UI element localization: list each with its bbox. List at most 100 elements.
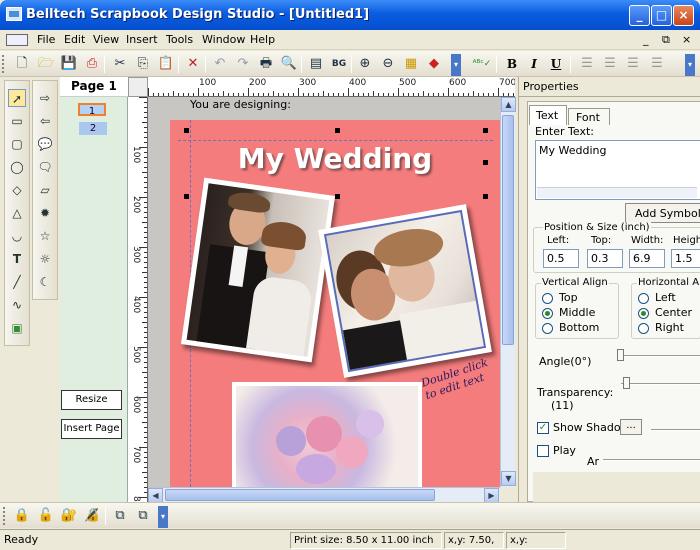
width-input[interactable]: 6.9: [629, 249, 665, 268]
tag-icon[interactable]: ◆: [424, 54, 444, 74]
arrow-right-shape-icon[interactable]: ⇨: [36, 89, 54, 107]
toolbar-overflow-icon[interactable]: ▾: [158, 506, 168, 528]
tab-font[interactable]: Font: [568, 108, 610, 125]
triangle-tool-icon[interactable]: △: [8, 204, 26, 222]
open-icon[interactable]: 🗁: [36, 54, 56, 74]
vertical-scroll-thumb[interactable]: [502, 115, 514, 345]
menu-view[interactable]: View: [93, 33, 119, 46]
selection-handle[interactable]: [483, 128, 488, 133]
scroll-down-icon[interactable]: ▼: [501, 471, 516, 486]
unlock-icon[interactable]: 🔓: [36, 506, 56, 526]
valign-top-radio[interactable]: [542, 293, 553, 304]
parallelogram-shape-icon[interactable]: ▱: [36, 181, 54, 199]
vertical-ruler[interactable]: 100 200 300 400 500 600 700 800: [128, 97, 148, 502]
align-justify-icon[interactable]: ☰: [647, 54, 667, 74]
arc-tool-icon[interactable]: ◡: [8, 227, 26, 245]
minimize-button[interactable]: _: [629, 5, 650, 26]
copy-icon[interactable]: ⎘: [133, 54, 153, 74]
play-checkbox[interactable]: [537, 445, 549, 457]
halign-center-radio[interactable]: [638, 308, 649, 319]
star-shape-icon[interactable]: ☆: [36, 227, 54, 245]
angle-slider-thumb[interactable]: [617, 349, 624, 361]
curve-tool-icon[interactable]: ∿: [8, 296, 26, 314]
toolbar-overflow-icon[interactable]: ▾: [451, 54, 461, 76]
text-tool-icon[interactable]: T: [8, 250, 26, 268]
align-left-icon[interactable]: ☰: [577, 54, 597, 74]
mdi-close-icon[interactable]: ×: [682, 33, 691, 46]
menu-window[interactable]: Window: [202, 33, 245, 46]
align-center-icon[interactable]: ☰: [600, 54, 620, 74]
halign-right-radio[interactable]: [638, 323, 649, 334]
print-icon[interactable]: 🖶: [256, 54, 276, 74]
menu-insert[interactable]: Insert: [126, 33, 158, 46]
arrow-left-shape-icon[interactable]: ⇦: [36, 112, 54, 130]
insert-page-button[interactable]: Insert Page: [61, 419, 122, 439]
align-right-icon[interactable]: ☰: [623, 54, 643, 74]
horizontal-scrollbar[interactable]: ◀ ▶: [148, 487, 500, 503]
wedding-photo-2[interactable]: [318, 204, 492, 378]
wedding-title-text[interactable]: My Wedding: [200, 142, 470, 175]
lock-all-icon[interactable]: 🔐: [59, 506, 79, 526]
bouquet-photo[interactable]: [232, 382, 422, 487]
close-button[interactable]: ×: [673, 5, 694, 26]
zoom-out-icon[interactable]: ⊖: [378, 54, 398, 74]
maximize-button[interactable]: □: [651, 5, 672, 26]
page-thumbnail-2[interactable]: 2: [79, 122, 107, 135]
halign-left-radio[interactable]: [638, 293, 649, 304]
rounded-rectangle-tool-icon[interactable]: ▢: [8, 135, 26, 153]
save-icon[interactable]: 💾: [59, 54, 79, 74]
new-icon[interactable]: 🗋: [12, 54, 32, 74]
rectangle-tool-icon[interactable]: ▭: [8, 112, 26, 130]
bold-button[interactable]: B: [502, 54, 522, 74]
scrapbook-page[interactable]: My Wedding Double click to edit text: [170, 120, 500, 487]
underline-button[interactable]: U: [546, 54, 566, 74]
spellcheck-icon[interactable]: ᴬᴮᶜ✓: [472, 54, 492, 74]
speech-bubble-shape-icon[interactable]: 💬: [36, 135, 54, 153]
menu-tools[interactable]: Tools: [166, 33, 193, 46]
ellipse-tool-icon[interactable]: ◯: [8, 158, 26, 176]
left-input[interactable]: 0.5: [543, 249, 579, 268]
design-canvas[interactable]: You are designing: My Wedding Double cli…: [148, 97, 500, 487]
add-symbols-button[interactable]: Add Symbols..: [625, 203, 700, 223]
wedding-photo-1[interactable]: [180, 177, 336, 363]
shadow-options-button[interactable]: ...: [620, 419, 642, 435]
menu-help[interactable]: Help: [250, 33, 275, 46]
horizontal-ruler[interactable]: 100 200 300 400 500 600 700: [148, 77, 515, 97]
diamond-tool-icon[interactable]: ◇: [8, 181, 26, 199]
image-tool-icon[interactable]: ▣: [8, 319, 26, 337]
height-input[interactable]: 1.5: [671, 249, 700, 268]
cut-icon[interactable]: ✂: [110, 54, 130, 74]
selection-handle[interactable]: [483, 160, 488, 165]
toolbar-grip[interactable]: [2, 55, 5, 73]
valign-middle-radio[interactable]: [542, 308, 553, 319]
tab-text[interactable]: Text: [529, 105, 567, 125]
selection-handle[interactable]: [483, 194, 488, 199]
top-input[interactable]: 0.3: [587, 249, 623, 268]
animation-slider[interactable]: [603, 459, 700, 461]
ruler-corner[interactable]: [128, 77, 148, 97]
scroll-left-icon[interactable]: ◀: [148, 488, 163, 503]
line-tool-icon[interactable]: ╱: [8, 273, 26, 291]
mdi-restore-icon[interactable]: ⧉: [662, 33, 670, 47]
bring-forward-icon[interactable]: ⧉: [110, 506, 130, 526]
pointer-tool-icon[interactable]: ➚: [8, 89, 26, 107]
background-icon[interactable]: BG: [329, 54, 349, 74]
sun-shape-icon[interactable]: ☼: [36, 250, 54, 268]
moon-shape-icon[interactable]: ☾: [36, 273, 54, 291]
selection-handle[interactable]: [184, 194, 189, 199]
selection-handle[interactable]: [335, 128, 340, 133]
mdi-minimize-icon[interactable]: _: [643, 33, 649, 46]
pdf-icon[interactable]: ⎙: [82, 54, 102, 74]
text-area-scrollbar[interactable]: [537, 187, 697, 198]
callout-shape-icon[interactable]: 🗨: [36, 158, 54, 176]
vertical-scrollbar[interactable]: ▲ ▼: [500, 97, 516, 487]
resize-button[interactable]: Resize: [61, 390, 122, 410]
send-backward-icon[interactable]: ⧉: [133, 506, 153, 526]
selection-handle[interactable]: [184, 128, 189, 133]
grid-icon[interactable]: ▦: [401, 54, 421, 74]
app-icon[interactable]: [6, 7, 22, 21]
valign-bottom-radio[interactable]: [542, 323, 553, 334]
document-icon[interactable]: [6, 34, 28, 46]
delete-icon[interactable]: ✕: [183, 54, 203, 74]
zoom-in-icon[interactable]: ⊕: [355, 54, 375, 74]
